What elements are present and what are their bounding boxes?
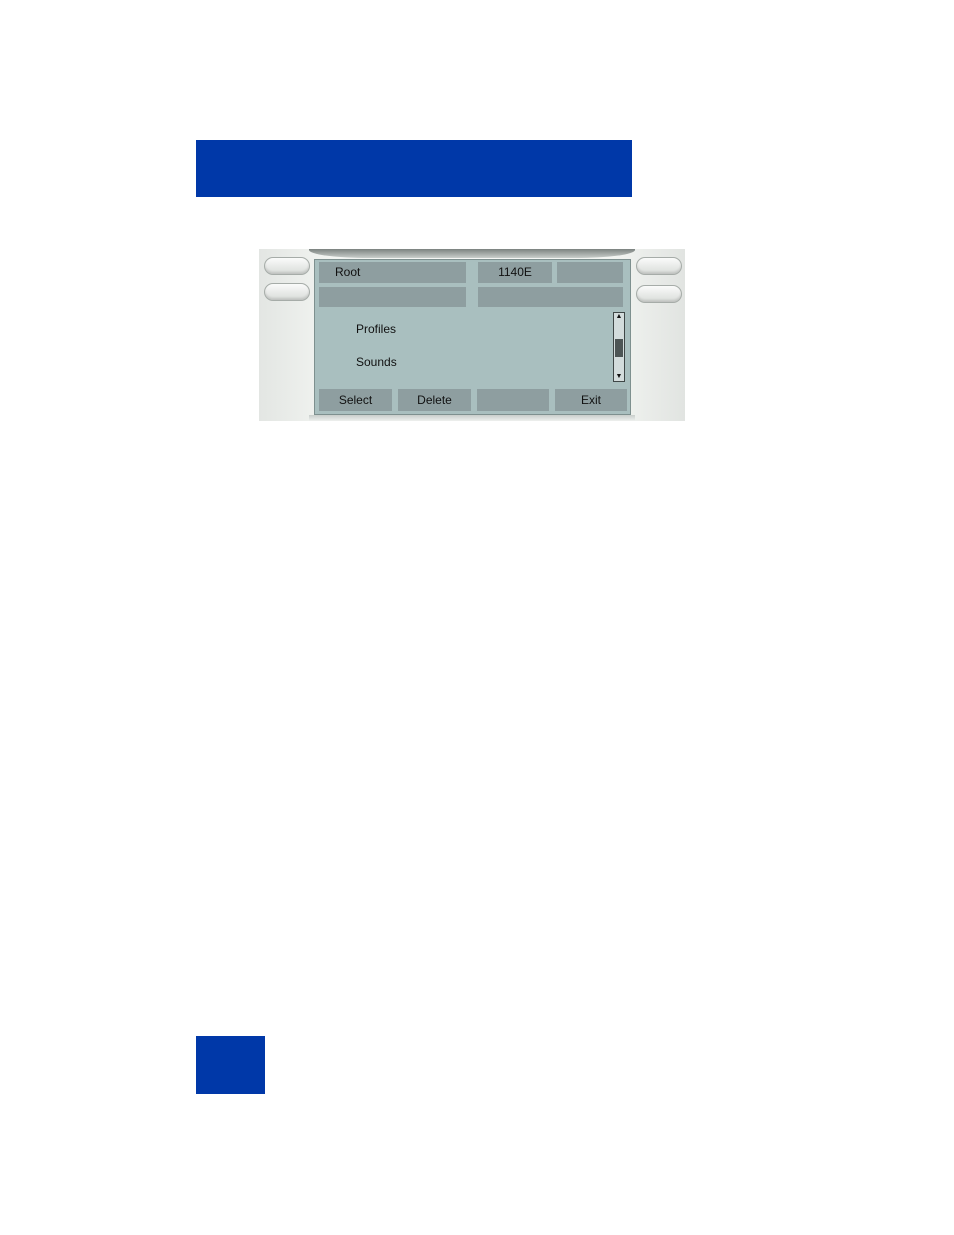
scroll-thumb[interactable] (615, 339, 623, 357)
lcd-screen: Root 1140E Profiles Sounds ▲ ▼ Select De… (314, 259, 631, 415)
softkey-empty[interactable] (477, 389, 549, 411)
info-field-left (319, 287, 466, 307)
left-line-key-2[interactable] (264, 283, 310, 301)
scroll-up-arrow-icon[interactable]: ▲ (615, 313, 623, 321)
bezel-top (309, 249, 635, 258)
softkey-exit[interactable]: Exit (555, 389, 627, 411)
page-number-tab (196, 1036, 265, 1094)
manual-page: Root 1140E Profiles Sounds ▲ ▼ Select De… (0, 0, 954, 1235)
softkey-delete[interactable]: Delete (398, 389, 471, 411)
right-line-key-1[interactable] (636, 257, 682, 275)
scroll-down-arrow-icon[interactable]: ▼ (615, 373, 623, 381)
left-line-key-1[interactable] (264, 257, 310, 275)
menu-item-profiles[interactable]: Profiles (356, 322, 396, 336)
right-line-key-2[interactable] (636, 285, 682, 303)
screen-title: Root (319, 262, 466, 283)
header-bar (196, 140, 632, 197)
softkey-select[interactable]: Select (319, 389, 392, 411)
phone-model-label: 1140E (478, 262, 552, 283)
header-field-empty (557, 262, 623, 283)
menu-scrollbar[interactable]: ▲ ▼ (613, 312, 625, 382)
menu-item-sounds[interactable]: Sounds (356, 355, 397, 369)
info-field-right (478, 287, 623, 307)
bezel-bottom (309, 415, 635, 421)
